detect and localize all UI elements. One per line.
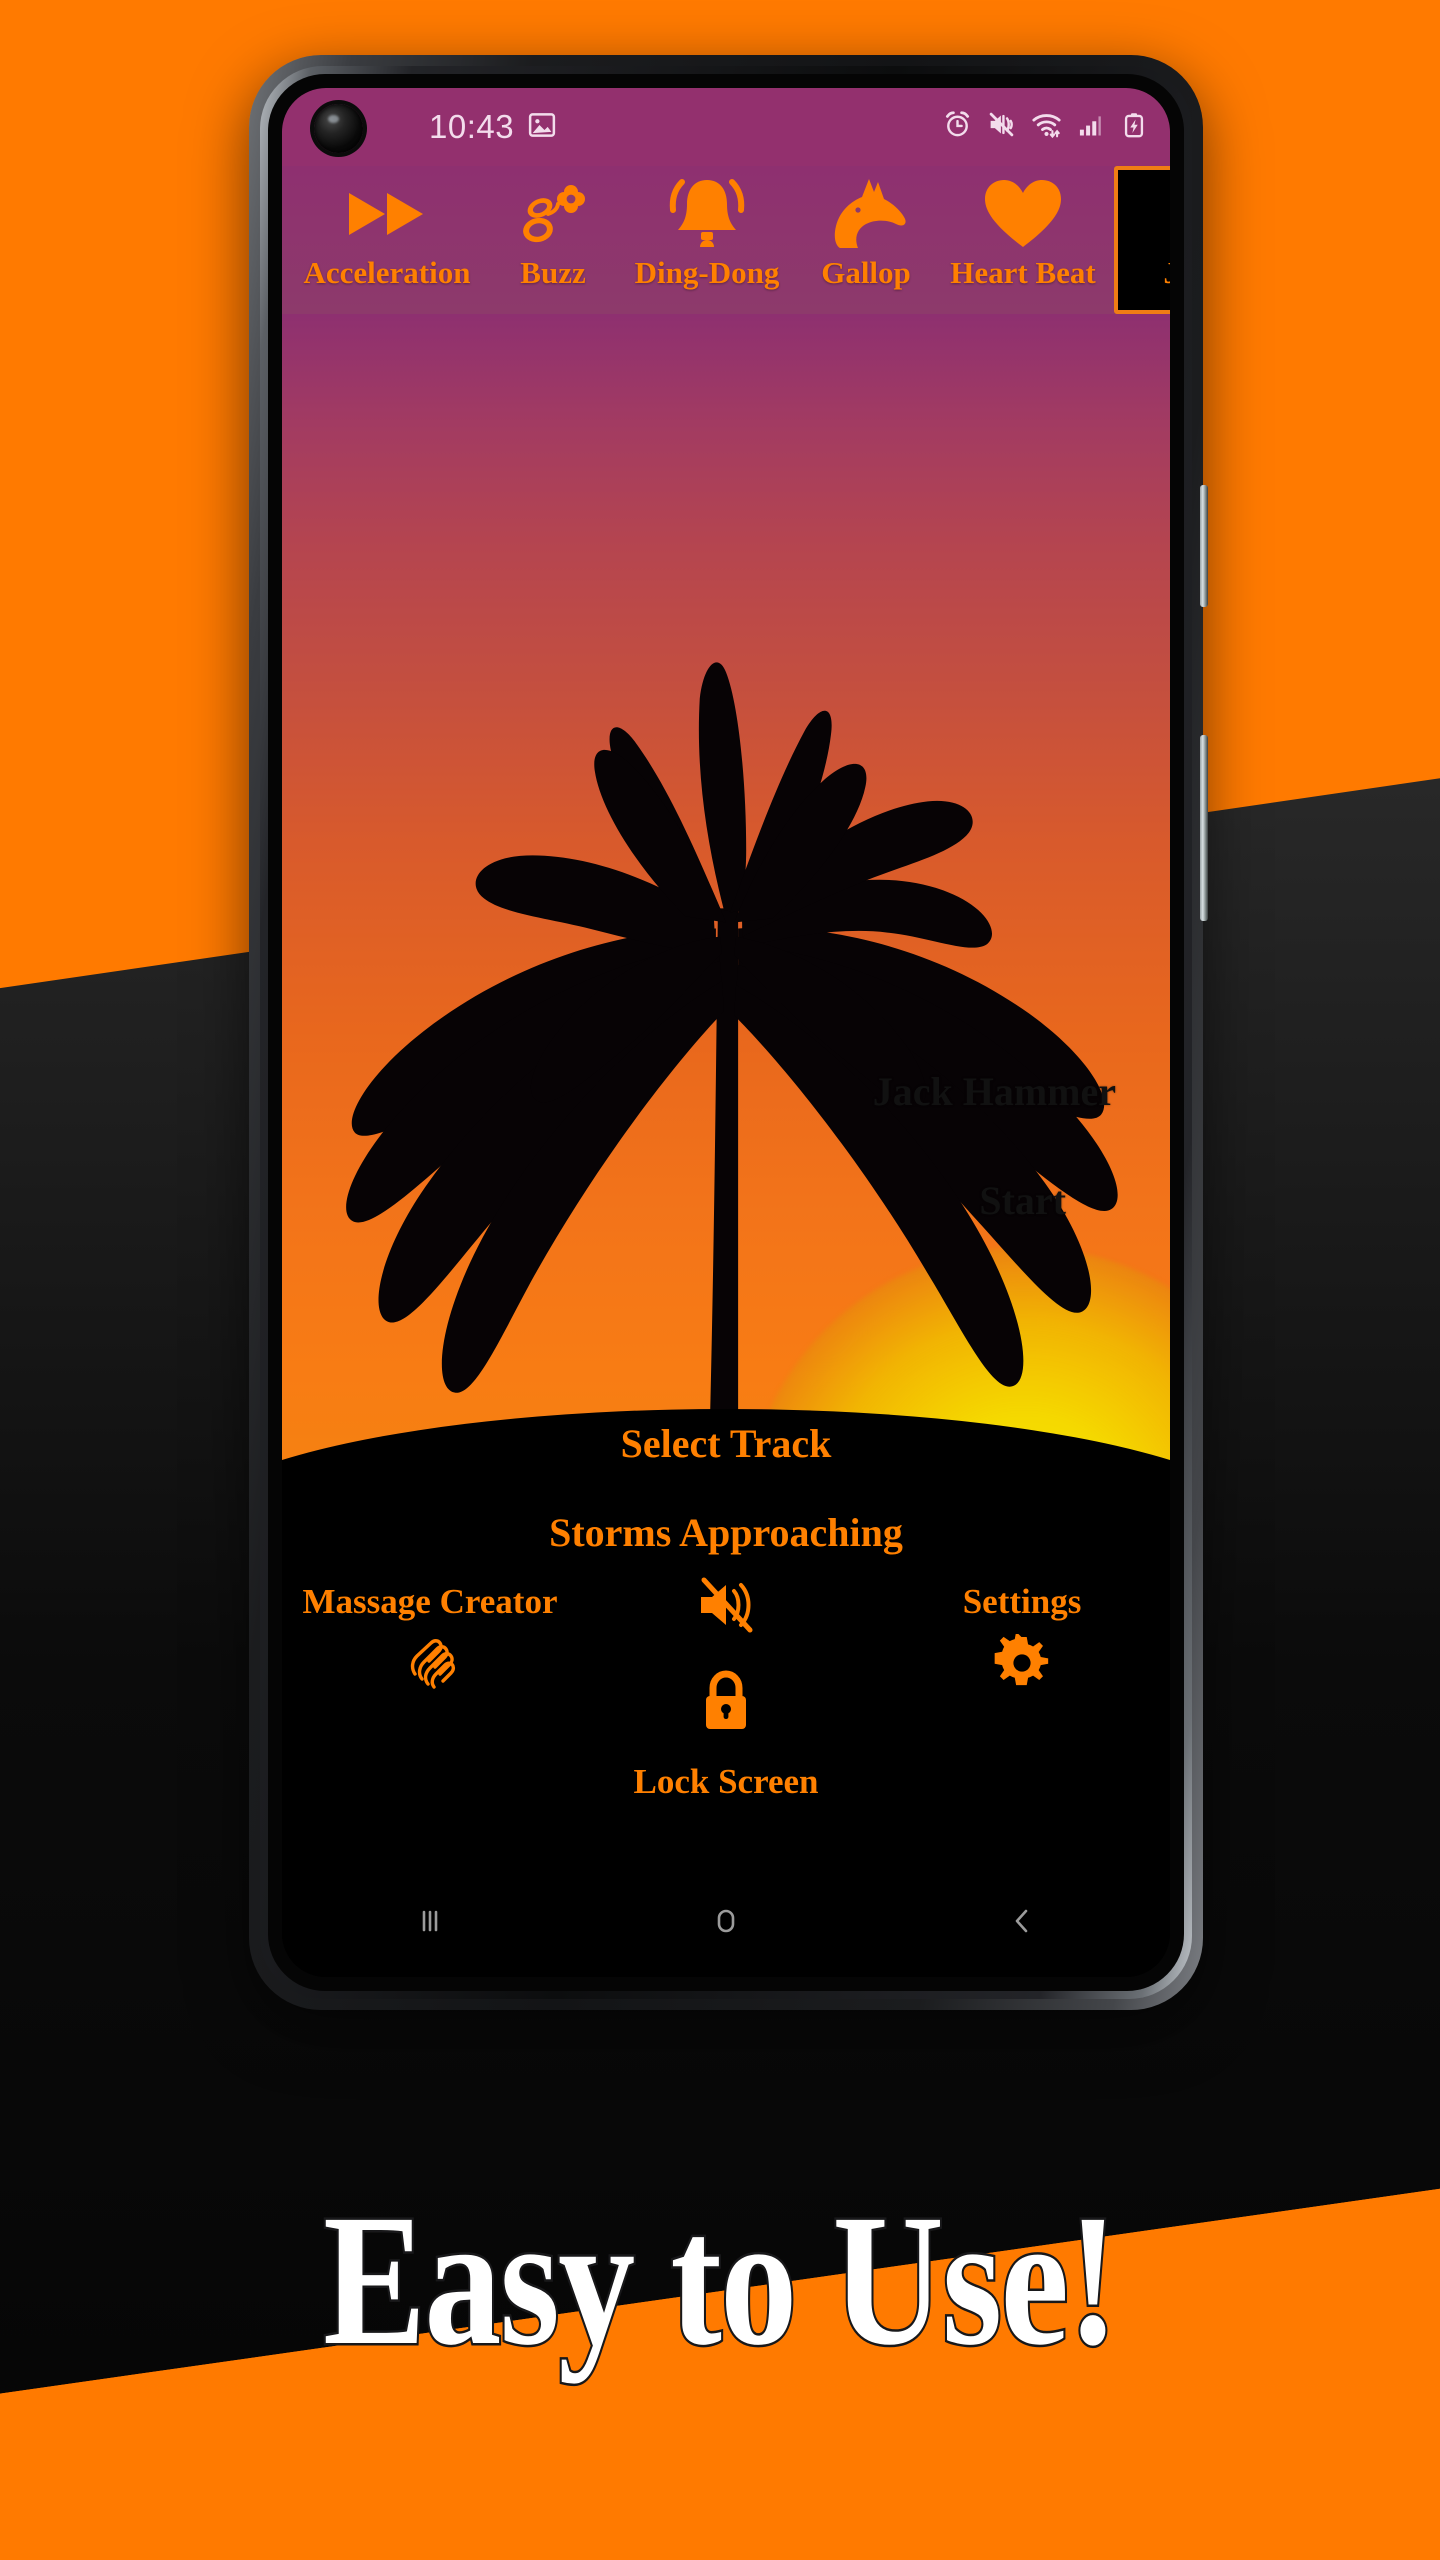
start-button[interactable]: Start (979, 1177, 1066, 1224)
vibrate-mute-icon (987, 110, 1016, 144)
recents-icon[interactable] (410, 1901, 450, 1946)
front-camera-icon (314, 104, 363, 153)
fast-forward-icon (343, 175, 431, 253)
lock-icon[interactable] (696, 1667, 756, 1740)
tab-label: Ding-Dong (634, 255, 780, 290)
power-button[interactable] (1200, 485, 1208, 607)
app-root: 10:43 Acceleration Buzz Ding-Dong Gallop… (282, 88, 1170, 1977)
gear-icon (993, 1631, 1051, 1697)
heart-icon (981, 175, 1065, 253)
mode-tab-bar[interactable]: Acceleration Buzz Ding-Dong Gallop Heart… (282, 166, 1170, 314)
status-bar-clock: 10:43 (429, 108, 515, 145)
massage-creator-button[interactable]: Massage Creator (302, 1582, 558, 1697)
signal-icon (1077, 111, 1105, 144)
tab-heart-beat[interactable]: Heart Beat (932, 166, 1114, 314)
current-track-title: Jack Hammer (872, 1069, 1116, 1115)
alarm-icon (943, 110, 972, 144)
bottom-control-panel: Select Track Storms Approaching Massage … (282, 1404, 1170, 1869)
status-bar-left: 10:43 (429, 88, 557, 166)
tab-jack-hammer[interactable]: Ja (1114, 166, 1170, 314)
volume-off-icon[interactable] (696, 1576, 756, 1639)
battery-charging-icon (1120, 111, 1148, 144)
control-label: Lock Screen (633, 1762, 819, 1801)
android-nav-bar[interactable] (282, 1869, 1170, 1977)
horse-head-icon (822, 175, 910, 253)
control-label: Massage Creator (302, 1582, 558, 1621)
tab-gallop[interactable]: Gallop (800, 166, 932, 314)
settings-button[interactable]: Settings (962, 1582, 1082, 1697)
tab-label: Acceleration (303, 255, 471, 290)
wifi-icon (1031, 109, 1062, 145)
select-track-button[interactable]: Select Track (621, 1420, 832, 1467)
tab-label: Gallop (821, 255, 911, 290)
tab-label: Heart Beat (950, 255, 1096, 290)
phone-mockup: 10:43 Acceleration Buzz Ding-Dong Gallop… (249, 55, 1208, 2010)
tab-label: Buzz (520, 255, 586, 290)
tab-acceleration[interactable]: Acceleration (282, 166, 492, 314)
tab-label: Ja (1164, 257, 1171, 288)
bell-icon (664, 175, 750, 253)
wallpaper-area: Jack Hammer Start Select Track Storms Ap… (282, 314, 1170, 1869)
massage-hand-icon (401, 1634, 459, 1697)
current-track-name[interactable]: Storms Approaching (549, 1509, 903, 1556)
center-controls: Lock Screen (633, 1576, 819, 1802)
tab-buzz[interactable]: Buzz (492, 166, 614, 314)
image-icon (527, 110, 557, 145)
promo-headline-text: Easy to Use! (321, 2175, 1121, 2384)
phone-screen: 10:43 Acceleration Buzz Ding-Dong Gallop… (282, 88, 1170, 1977)
bee-flower-icon (514, 175, 592, 253)
control-row: Massage Creator Lock Screen Settings (282, 1577, 1170, 1802)
status-bar: 10:43 (282, 88, 1170, 166)
volume-button[interactable] (1200, 735, 1208, 921)
control-label: Settings (962, 1582, 1082, 1621)
home-icon[interactable] (706, 1901, 746, 1946)
jack-hammer-icon (1144, 175, 1170, 253)
status-bar-right (943, 109, 1148, 145)
back-icon[interactable] (1002, 1901, 1042, 1946)
promo-headline: Easy to Use! (0, 2130, 1440, 2430)
tab-ding-dong[interactable]: Ding-Dong (614, 166, 800, 314)
